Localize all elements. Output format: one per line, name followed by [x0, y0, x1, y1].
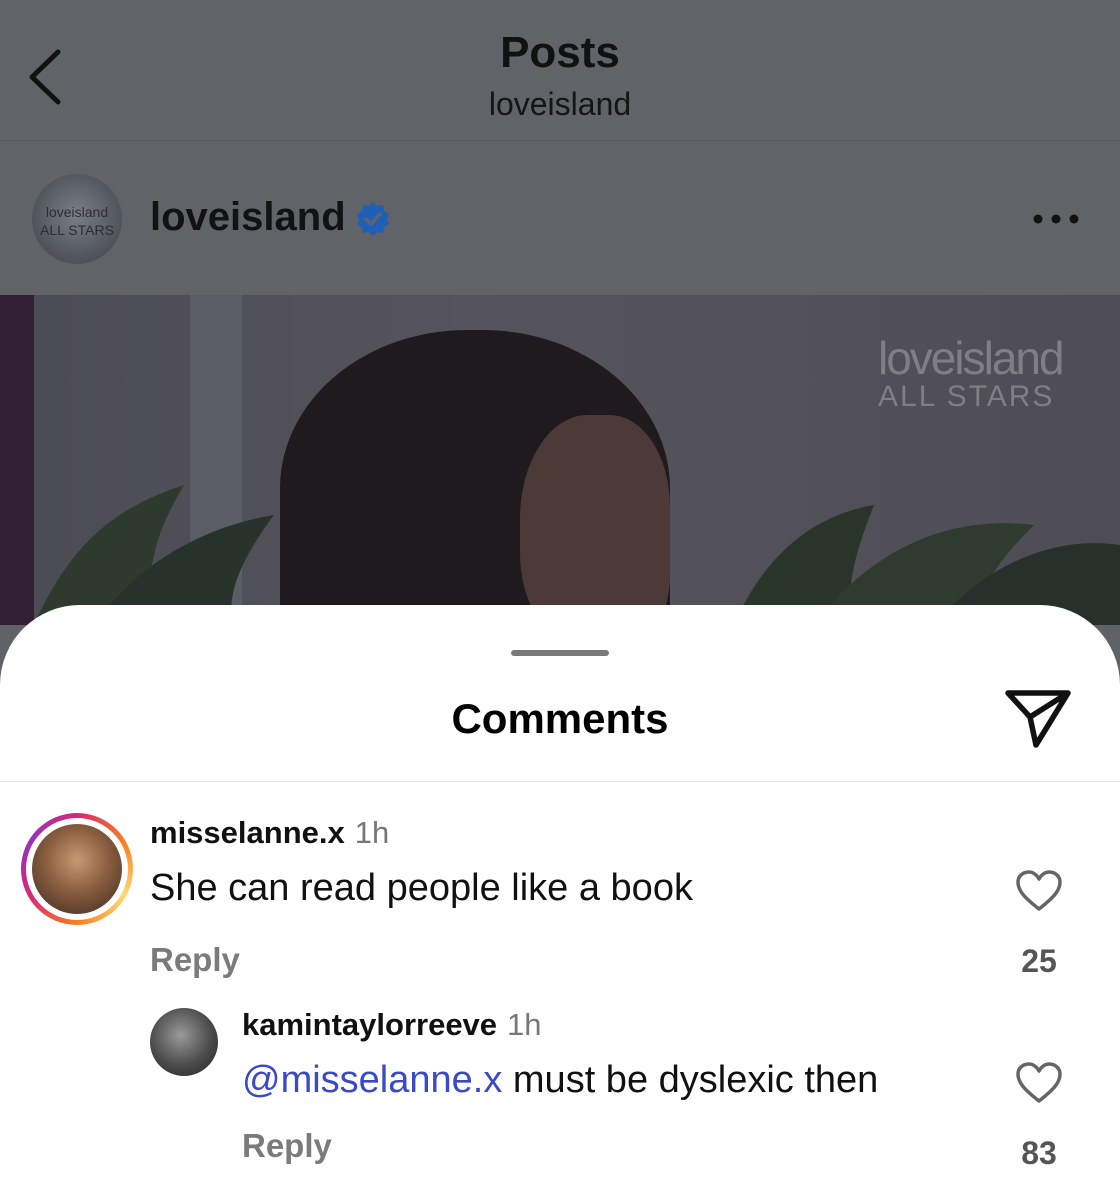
- post-photo[interactable]: loveisland ALL STARS: [0, 295, 1120, 625]
- reply-username-text: kamintaylorreeve: [242, 1007, 498, 1042]
- like-count-2: 83: [1021, 1135, 1057, 1171]
- comment-username[interactable]: misselanne.x 1h: [150, 815, 389, 851]
- photo-left-strip: [0, 295, 34, 625]
- reply-commenter-avatar[interactable]: [150, 1008, 218, 1076]
- sheet-drag-handle[interactable]: [511, 650, 609, 656]
- like-heart-icon-2[interactable]: [1015, 1061, 1063, 1105]
- reply-text: @misselanne.x must be dyslexic then: [242, 1059, 878, 1102]
- watermark-line-1: loveisland: [878, 332, 1065, 384]
- avatar-logo-text: loveisland: [45, 204, 109, 220]
- like-count: 25: [1021, 943, 1057, 979]
- comments-title: Comments: [451, 695, 669, 742]
- verified-badge-icon: [357, 202, 389, 236]
- comment-time: 1h: [354, 815, 390, 850]
- comment-username-text: misselanne.x: [150, 815, 345, 850]
- comments-sheet: Comments misselanne.x 1h She can read peo…: [0, 605, 1120, 1200]
- sheet-divider: [0, 781, 1120, 782]
- mention-link[interactable]: @misselanne.x: [242, 1059, 502, 1101]
- reply-time: 1h: [507, 1007, 542, 1042]
- watermark-line-2: ALL STARS: [878, 380, 1055, 413]
- reply-text-body: must be dyslexic then: [502, 1059, 879, 1101]
- photo-subject-face: [520, 415, 670, 625]
- page-title: Posts: [500, 28, 620, 77]
- post-author-row: loveisland ALL STARS loveisland: [0, 141, 1120, 295]
- page-subtitle: loveisland: [488, 86, 632, 122]
- photo-watermark: loveisland ALL STARS: [878, 332, 1065, 413]
- reply-button[interactable]: Reply: [150, 941, 240, 979]
- avatar-logo-subtext: ALL STARS: [40, 222, 114, 238]
- reply-username[interactable]: kamintaylorreeve 1h: [242, 1007, 542, 1043]
- avatar-photo: [32, 824, 122, 914]
- commenter-avatar[interactable]: [21, 813, 133, 925]
- account-avatar[interactable]: loveisland ALL STARS: [32, 174, 122, 264]
- reply-button-2[interactable]: Reply: [242, 1127, 332, 1165]
- comment-text: She can read people like a book: [150, 867, 693, 909]
- like-heart-icon[interactable]: [1015, 869, 1063, 913]
- more-options-icon[interactable]: [1030, 213, 1082, 225]
- top-nav-bar: Posts loveisland: [0, 0, 1120, 141]
- share-send-icon[interactable]: [1002, 685, 1074, 751]
- account-username[interactable]: loveisland: [150, 195, 346, 240]
